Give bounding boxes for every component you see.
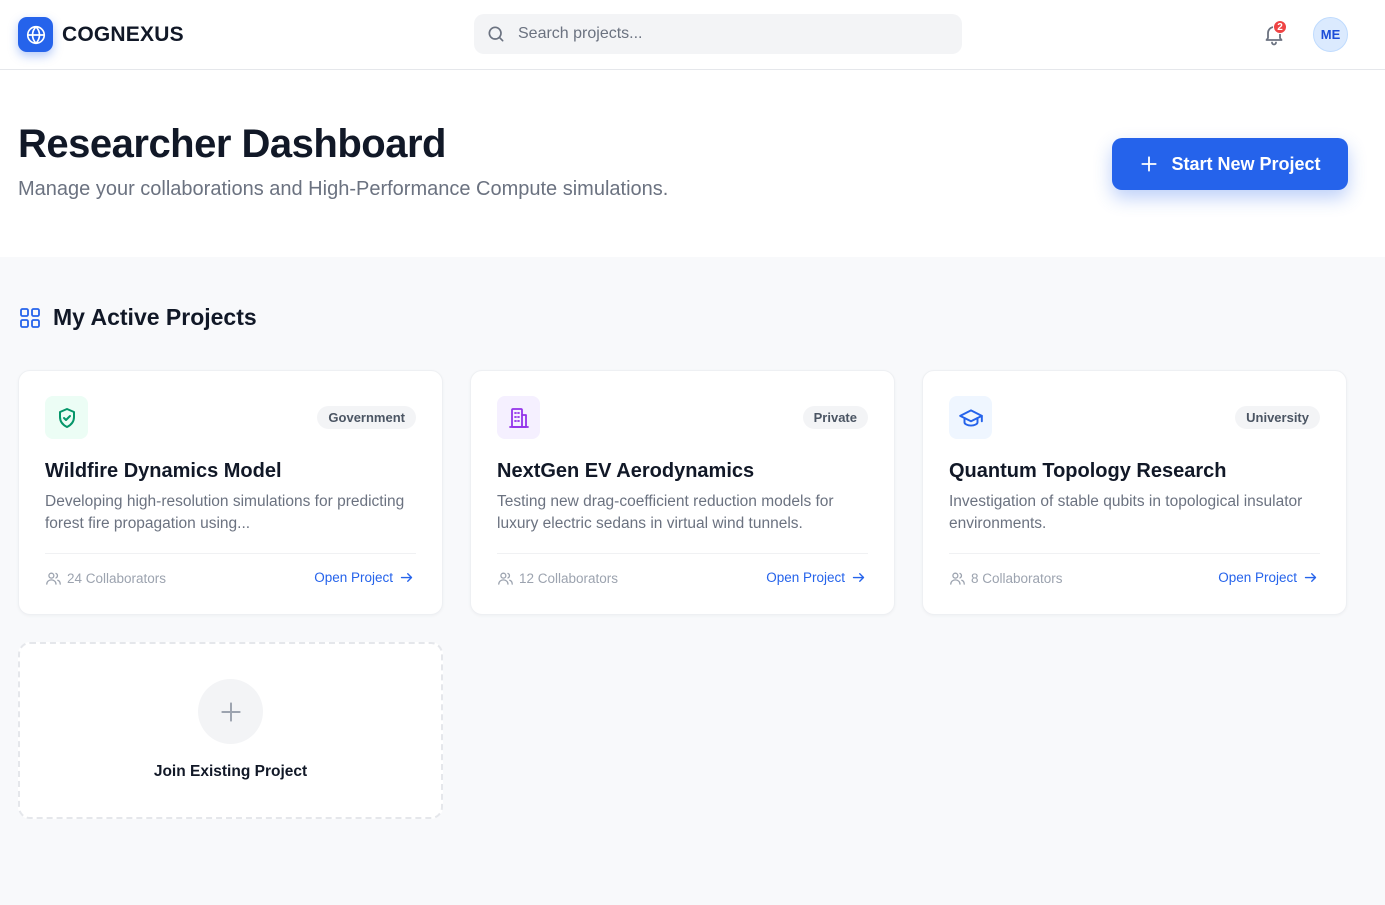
project-card[interactable]: University Quantum Topology Research Inv… xyxy=(922,370,1347,615)
arrow-right-icon xyxy=(852,573,865,582)
start-new-project-label: Start New Project xyxy=(1171,153,1321,174)
join-existing-project-card[interactable]: Join Existing Project xyxy=(18,642,443,819)
graduation-cap-icon xyxy=(949,396,992,439)
project-description: Developing high-resolution simulations f… xyxy=(45,493,405,532)
users-icon xyxy=(498,572,513,585)
project-title: NextGen EV Aerodynamics xyxy=(497,460,755,482)
start-new-project-button[interactable]: Start New Project xyxy=(1112,138,1348,190)
project-title: Wildfire Dynamics Model xyxy=(45,460,282,482)
project-description: Investigation of stable qubits in topolo… xyxy=(949,493,1303,532)
divider xyxy=(497,553,868,554)
project-type-badge: Private xyxy=(802,406,868,429)
plus-icon xyxy=(1141,156,1158,172)
project-card[interactable]: Private NextGen EV Aerodynamics Testing … xyxy=(470,370,895,615)
project-card[interactable]: Government Wildfire Dynamics Model Devel… xyxy=(18,370,443,615)
divider xyxy=(949,553,1320,554)
search-input[interactable] xyxy=(518,14,948,54)
shield-check-icon xyxy=(45,396,88,439)
page-title: Researcher Dashboard xyxy=(18,122,446,166)
globe-icon xyxy=(18,17,53,52)
notification-count-badge: 2 xyxy=(1273,20,1287,34)
project-description: Testing new drag-coefficient reduction m… xyxy=(497,493,834,532)
grid-icon xyxy=(20,307,40,328)
user-avatar[interactable]: ME xyxy=(1313,17,1348,52)
collaborators-count: 12 Collaborators xyxy=(497,570,618,587)
notifications-button[interactable]: 2 xyxy=(1262,20,1288,48)
search-bar xyxy=(474,14,962,54)
project-title: Quantum Topology Research xyxy=(949,460,1227,482)
arrow-right-icon xyxy=(1304,573,1317,582)
plus-icon xyxy=(198,679,263,744)
join-existing-project-label: Join Existing Project xyxy=(153,763,308,780)
collaborators-count: 24 Collaborators xyxy=(45,570,166,587)
open-project-link[interactable]: Open Project xyxy=(314,570,414,585)
top-bar: COGNEXUS 2 ME xyxy=(0,0,1385,70)
brand[interactable]: COGNEXUS xyxy=(18,17,184,52)
section-title: My Active Projects xyxy=(53,304,257,330)
search-icon xyxy=(488,26,504,42)
open-project-link[interactable]: Open Project xyxy=(766,570,866,585)
divider xyxy=(45,553,416,554)
users-icon xyxy=(46,572,61,585)
users-icon xyxy=(950,572,965,585)
open-project-link[interactable]: Open Project xyxy=(1218,570,1318,585)
hero-section: Researcher Dashboard Manage your collabo… xyxy=(0,70,1385,257)
project-type-badge: Government xyxy=(317,406,416,429)
project-type-badge: University xyxy=(1235,406,1320,429)
brand-name: COGNEXUS xyxy=(62,22,184,46)
page-subtitle: Manage your collaborations and High-Perf… xyxy=(18,178,669,200)
section-header: My Active Projects xyxy=(18,304,257,331)
collaborators-count: 8 Collaborators xyxy=(949,570,1063,587)
building-icon xyxy=(497,396,540,439)
arrow-right-icon xyxy=(400,573,413,582)
